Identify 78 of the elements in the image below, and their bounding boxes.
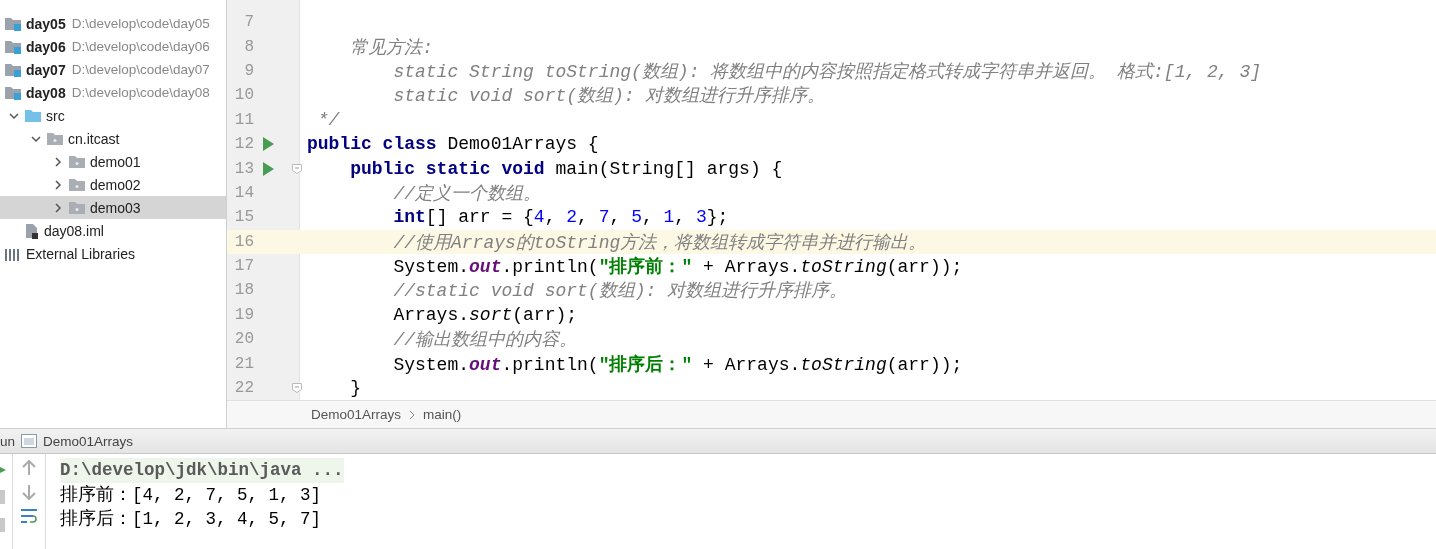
module-folder-icon — [4, 61, 22, 78]
breadcrumb[interactable]: main() — [423, 407, 462, 422]
chevron-right-icon[interactable] — [53, 202, 63, 213]
code-line: public static void main(String[] args) { — [349, 158, 783, 179]
module-path: D:\develop\code\day07 — [71, 62, 210, 77]
line-number: 7 — [243, 13, 254, 32]
tree-item[interactable]: day05 — [26, 15, 66, 32]
code-line: } — [349, 378, 361, 399]
line-number: 10 — [233, 86, 254, 105]
line-number: 12 — [233, 135, 254, 154]
run-tab[interactable]: Demo01Arrays — [43, 433, 134, 449]
fold-icon[interactable] — [292, 163, 302, 174]
package-folder-icon — [68, 176, 86, 193]
module-path: D:\develop\code\day06 — [71, 39, 210, 54]
chevron-right-icon[interactable] — [53, 179, 63, 190]
tree-item[interactable]: demo01 — [90, 153, 141, 170]
line-number: 21 — [233, 354, 254, 373]
code-line: //输出数组中的内容。 — [392, 329, 578, 352]
code-line: Arrays.sort(arr); — [392, 304, 578, 325]
line-number: 8 — [243, 37, 254, 56]
chevron-right-icon[interactable] — [53, 156, 63, 167]
tree-item[interactable]: day07 — [26, 61, 66, 78]
line-number: 20 — [233, 330, 254, 349]
line-number: 22 — [233, 379, 254, 398]
console-output: 排序后：[1, 2, 3, 4, 5, 7] — [60, 508, 322, 531]
fold-icon[interactable] — [292, 383, 302, 394]
window-icon — [21, 434, 38, 448]
folder-icon — [24, 107, 42, 124]
line-number: 18 — [233, 281, 254, 300]
line-number: 16 — [233, 232, 254, 251]
package-folder-icon — [68, 199, 86, 216]
panel-label: un — [0, 433, 16, 449]
module-path: D:\develop\code\day05 — [71, 16, 210, 31]
run-icon[interactable] — [263, 161, 274, 176]
tree-item[interactable]: day06 — [26, 38, 66, 55]
console-command: D:\develop\jdk\bin\java ... — [60, 458, 344, 483]
module-folder-icon — [4, 84, 22, 101]
down-arrow-icon[interactable] — [22, 484, 36, 500]
code-line: static void sort(数组): 对数组进行升序排序。 — [392, 85, 826, 108]
code-line: //static void sort(数组): 对数组进行升序排序。 — [392, 280, 848, 303]
rerun-icon[interactable] — [0, 464, 6, 476]
tree-item[interactable]: demo02 — [90, 176, 141, 193]
tree-item[interactable]: day08 — [26, 84, 66, 101]
line-number: 15 — [233, 208, 254, 227]
code-line: //使用Arrays的toString方法，将数组转成字符串并进行输出。 — [392, 231, 927, 254]
tree-item[interactable]: demo03 — [90, 199, 141, 216]
code-line: static String toString(数组): 将数组中的内容按照指定格式转成字符串并返回。 格式:[1, 2, 3] — [392, 60, 1262, 83]
code-line: //定义一个数组。 — [392, 182, 542, 205]
run-icon[interactable] — [263, 137, 274, 152]
package-folder-icon — [68, 153, 86, 170]
tree-item[interactable]: src — [46, 107, 65, 124]
up-arrow-icon[interactable] — [22, 460, 36, 476]
line-number: 9 — [243, 61, 254, 80]
code-line: System.out.println("排序后：" + Arrays.toString(arr)); — [392, 353, 963, 376]
code-line: public class Demo01Arrays { — [307, 134, 599, 155]
console-output: 排序前：[4, 2, 7, 5, 1, 3] — [60, 483, 322, 507]
line-number: 11 — [233, 110, 254, 129]
module-path: D:\develop\code\day08 — [71, 85, 210, 100]
code-line: 常见方法: — [349, 36, 433, 59]
tree-item[interactable]: External Libraries — [26, 245, 135, 262]
tree-item[interactable]: cn.itcast — [68, 130, 120, 147]
breadcrumb[interactable]: Demo01Arrays — [311, 407, 402, 422]
code-line: System.out.println("排序前：" + Arrays.toString(arr)); — [392, 255, 963, 279]
tree-item[interactable]: day08.iml — [44, 222, 104, 239]
chevron-down-icon[interactable] — [9, 110, 19, 121]
line-number: 17 — [233, 257, 254, 276]
code-line: int[] arr = {4, 2, 7, 5, 1, 3}; — [392, 207, 729, 228]
soft-wrap-icon[interactable] — [20, 508, 38, 524]
file-icon — [24, 222, 40, 239]
chevron-down-icon[interactable] — [31, 133, 41, 144]
module-folder-icon — [4, 38, 22, 55]
line-number: 13 — [233, 159, 254, 178]
module-folder-icon — [4, 15, 22, 32]
chevron-right-icon — [409, 409, 416, 420]
package-folder-icon — [46, 130, 64, 147]
code-line: */ — [316, 109, 340, 130]
line-number: 14 — [233, 183, 254, 202]
line-number: 19 — [233, 305, 254, 324]
